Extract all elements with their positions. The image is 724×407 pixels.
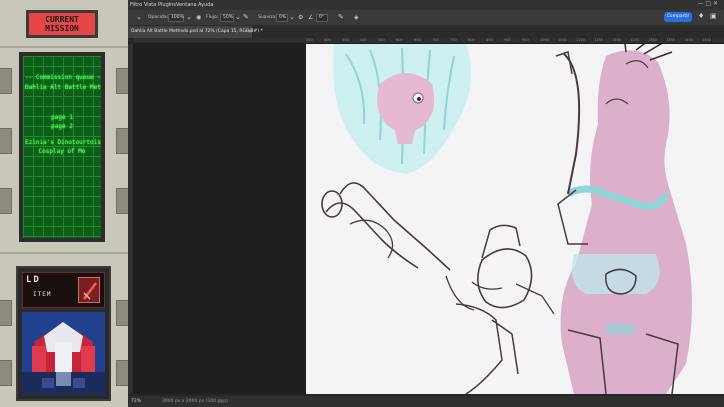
ruler-number: 1200 — [612, 38, 621, 42]
menu-filter[interactable]: Filtro — [130, 2, 142, 8]
ruler-number: 550 — [378, 38, 385, 42]
photoshop-window: Filtro Vista Plugins Ventana Ayuda — □ ✕… — [128, 0, 724, 407]
workspace-icon[interactable]: ▣ — [710, 12, 717, 20]
menu-view[interactable]: Vista — [144, 2, 156, 8]
mission-title-line: CURRENT — [45, 15, 79, 24]
flow-label: Flujo: — [206, 15, 219, 20]
menu-bar: Filtro Vista Plugins Ventana Ayuda — □ ✕ — [128, 0, 724, 10]
sword-icon — [83, 282, 97, 300]
flow-input[interactable]: 50% — [220, 14, 234, 22]
ruler-number: 400 — [324, 38, 331, 42]
ruler-number: 1100 — [576, 38, 585, 42]
ruler-number: 1050 — [558, 38, 567, 42]
close-icon[interactable]: ✕ — [248, 26, 252, 38]
opacity-input[interactable]: 100% — [168, 14, 184, 22]
ruler-number: 1150 — [594, 38, 603, 42]
panel-bolt — [116, 128, 128, 154]
card-label: ITEM — [33, 291, 52, 298]
ruler-number: 1450 — [702, 38, 711, 42]
panel-bolt — [116, 360, 128, 386]
airbrush-icon[interactable]: ✎ — [243, 13, 249, 22]
panel-bolt — [0, 300, 12, 326]
status-bar: 72% 3000 px x 2000 px (300 ppp) — [128, 396, 724, 407]
document-tab[interactable]: Dahlia Alt Battle Methods.psd al 72% (Ca… — [128, 26, 263, 38]
panel-bolt — [116, 68, 128, 94]
document-tab-bar: Dahlia Alt Battle Methods.psd al 72% (Ca… — [128, 26, 724, 38]
drawing-canvas[interactable] — [306, 44, 724, 394]
ruler-number: 700 — [432, 38, 439, 42]
ruler-number: 900 — [504, 38, 511, 42]
mech-portrait-image — [22, 312, 105, 395]
angle-icon[interactable]: ∠ — [308, 13, 313, 22]
panel-bolt — [116, 300, 128, 326]
ruler-number: 1400 — [684, 38, 693, 42]
panel-bolt — [0, 360, 12, 386]
smoothing-input[interactable]: 0% — [276, 14, 288, 22]
menu-plugins[interactable]: Plugins — [158, 2, 176, 8]
item-slot — [78, 277, 100, 303]
panel-divider — [0, 46, 128, 48]
ruler-number: 1250 — [630, 38, 639, 42]
card-tag: LD — [26, 275, 41, 285]
ruler-number: 1000 — [540, 38, 549, 42]
panel-bolt — [116, 188, 128, 214]
character-card: LD ITEM — [16, 266, 111, 401]
ruler-number: 800 — [468, 38, 475, 42]
pressure-size-icon[interactable]: ✎ — [338, 13, 344, 22]
ruler-number: 450 — [342, 38, 349, 42]
pressure-opacity-icon[interactable]: ◉ — [196, 13, 201, 22]
current-mission-label: CURRENT MISSION — [26, 10, 98, 38]
mission-line: Cosplay of Mo — [38, 148, 86, 155]
panel-bolt — [0, 68, 12, 94]
panel-bolt — [0, 188, 12, 214]
bell-icon[interactable]: ♦ — [698, 12, 704, 20]
mission-line: Ezinia's Dinotourtoise — [25, 139, 101, 146]
symmetry-icon[interactable]: ◈ — [354, 13, 359, 22]
zoom-level[interactable]: 72% — [131, 396, 141, 407]
mission-title-line: MISSION — [45, 24, 79, 33]
mission-line: page 2 — [51, 123, 73, 130]
share-button[interactable]: Compartir — [664, 12, 692, 22]
chevron-down-icon[interactable]: ⌄ — [186, 13, 192, 22]
ruler-number: 500 — [360, 38, 367, 42]
document-info: 3000 px x 2000 px (300 ppp) — [162, 399, 228, 404]
ruler-number: 1350 — [666, 38, 675, 42]
ruler-number: 650 — [414, 38, 421, 42]
mission-screen: -- Commission queue -- Dahlia Alt Battle… — [19, 52, 105, 242]
panel-bolt — [0, 128, 12, 154]
window-controls[interactable]: — □ ✕ — [697, 0, 718, 7]
chevron-down-icon[interactable]: ⌄ — [235, 13, 241, 22]
options-bar: ⌄ Opacidad: 100% ⌄ ◉ Flujo: 50% ⌄ ✎ Suav… — [128, 10, 724, 26]
mission-screen-grid: -- Commission queue -- Dahlia Alt Battle… — [23, 56, 101, 238]
mission-line: -- Commission queue -- — [25, 74, 101, 81]
angle-input[interactable]: 0° — [316, 14, 328, 22]
chevron-down-icon[interactable]: ⌄ — [289, 13, 295, 22]
ruler-number: 750 — [450, 38, 457, 42]
canvas-workspace[interactable] — [134, 44, 724, 394]
gear-icon[interactable]: ⚙ — [298, 13, 303, 22]
ruler-number: 950 — [522, 38, 529, 42]
ruler-number: 1300 — [648, 38, 657, 42]
ruler-number: 350 — [306, 38, 313, 42]
artwork-sketch — [321, 44, 692, 394]
mission-overlay-panel: CURRENT MISSION -- Commission queue -- D… — [0, 0, 128, 407]
chevron-down-icon[interactable]: ⌄ — [136, 13, 142, 22]
mission-line: Dahlia Alt Battle Methods — [25, 84, 101, 91]
ruler-number: 600 — [396, 38, 403, 42]
card-header: LD ITEM — [22, 272, 105, 308]
mission-line: page 1 — [51, 114, 73, 121]
ruler-number: 850 — [486, 38, 493, 42]
menu-help[interactable]: Ayuda — [198, 2, 213, 8]
menu-window[interactable]: Ventana — [176, 2, 197, 8]
character-portrait — [22, 312, 105, 395]
panel-divider — [0, 252, 128, 254]
